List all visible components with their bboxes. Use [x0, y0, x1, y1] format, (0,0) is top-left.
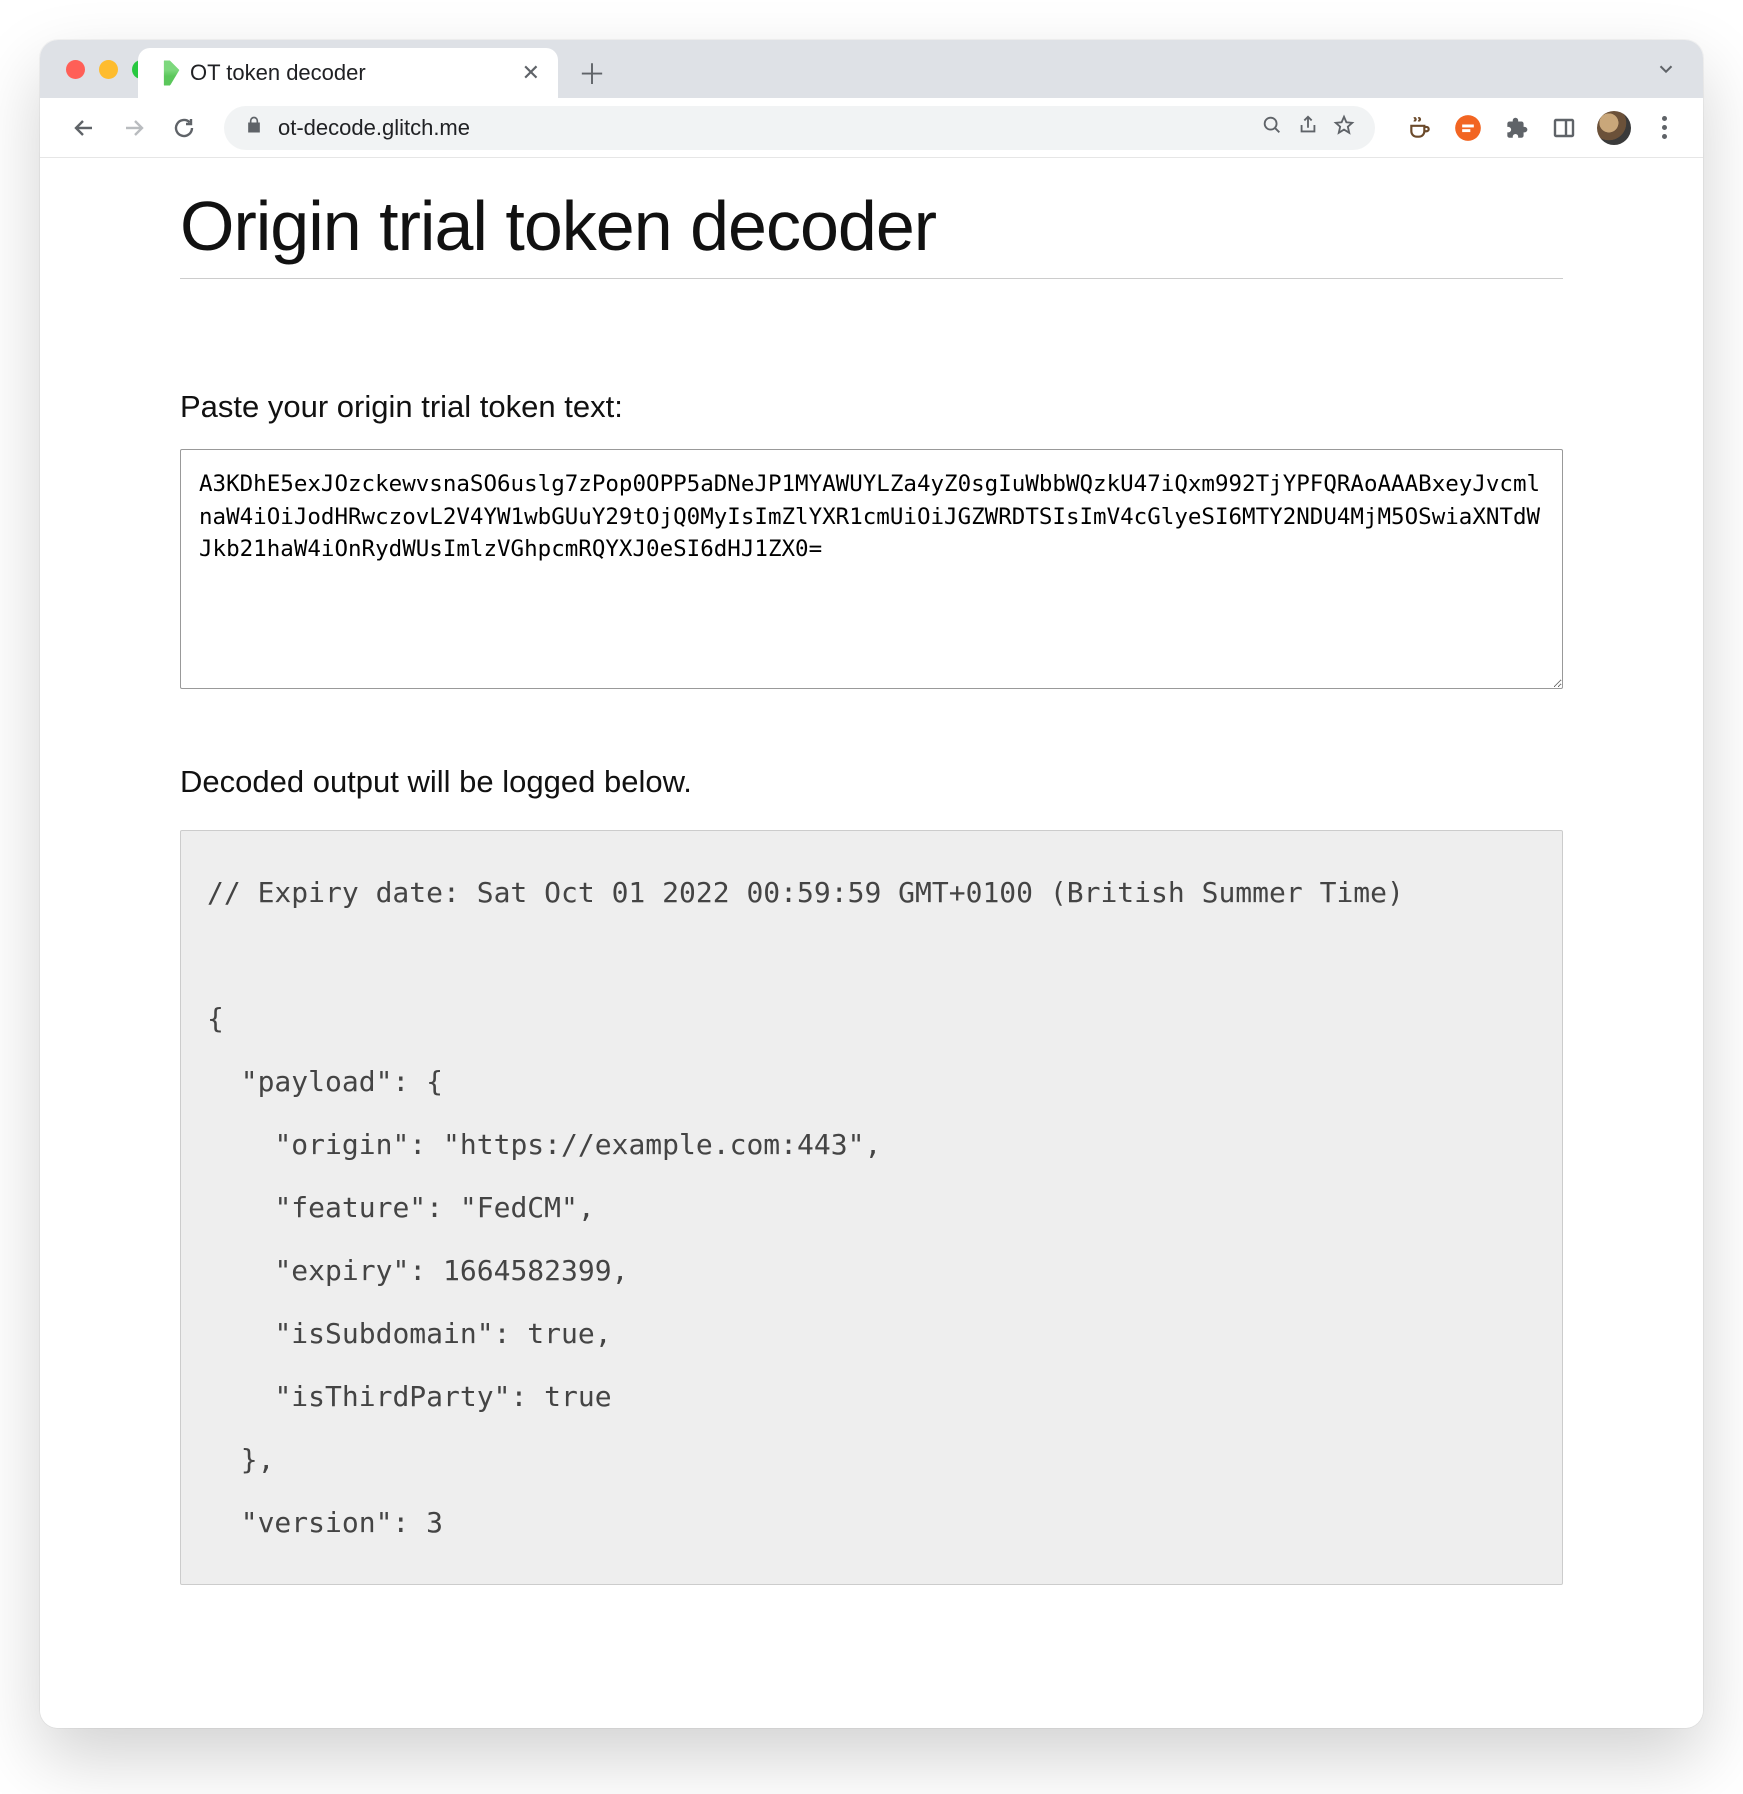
decoded-output: // Expiry date: Sat Oct 01 2022 00:59:59… [180, 830, 1563, 1585]
tab-title: OT token decoder [190, 60, 510, 86]
bookmark-star-icon[interactable] [1333, 114, 1355, 141]
tab-search-button[interactable] [1655, 58, 1677, 86]
extensions-puzzle-icon[interactable] [1501, 113, 1531, 143]
lock-icon [244, 115, 264, 140]
output-label: Decoded output will be logged below. [180, 764, 1563, 800]
window-close-button[interactable] [66, 60, 85, 79]
paste-label: Paste your origin trial token text: [180, 389, 1563, 425]
token-input[interactable] [180, 449, 1563, 689]
divider [180, 278, 1563, 279]
forward-button[interactable] [114, 108, 154, 148]
back-button[interactable] [64, 108, 104, 148]
side-panel-icon[interactable] [1549, 113, 1579, 143]
profile-avatar[interactable] [1597, 111, 1631, 145]
address-bar[interactable]: ot-decode.glitch.me [224, 106, 1375, 150]
browser-toolbar: ot-decode.glitch.me [40, 98, 1703, 158]
orange-extension-icon[interactable] [1453, 113, 1483, 143]
page-title: Origin trial token decoder [180, 186, 1563, 266]
browser-tab[interactable]: OT token decoder ✕ [138, 48, 558, 98]
browser-chrome: OT token decoder ✕ ＋ ot-decode. [40, 40, 1703, 158]
search-icon[interactable] [1261, 114, 1283, 141]
new-tab-button[interactable]: ＋ [572, 53, 612, 93]
chrome-menu-button[interactable] [1649, 113, 1679, 143]
share-icon[interactable] [1297, 114, 1319, 141]
coffee-extension-icon[interactable] [1405, 113, 1435, 143]
browser-window: OT token decoder ✕ ＋ ot-decode. [40, 40, 1703, 1728]
url-text: ot-decode.glitch.me [278, 115, 1247, 141]
tab-strip: OT token decoder ✕ ＋ [40, 40, 1703, 98]
extensions-area [1395, 111, 1679, 145]
tab-close-button[interactable]: ✕ [522, 60, 540, 86]
reload-button[interactable] [164, 108, 204, 148]
tab-favicon-icon [151, 57, 182, 88]
page-content: Origin trial token decoder Paste your or… [40, 158, 1703, 1728]
window-minimize-button[interactable] [99, 60, 118, 79]
